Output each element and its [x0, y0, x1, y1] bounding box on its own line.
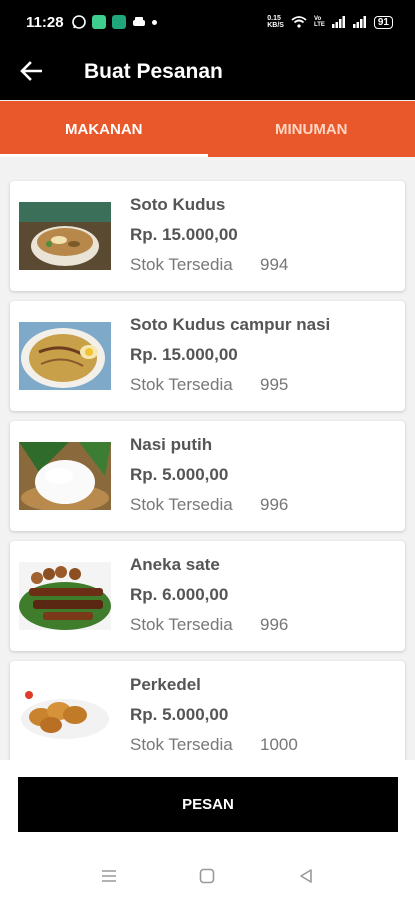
menu-item-card[interactable]: Perkedel Rp. 5.000,00 Stok Tersedia 1000 [10, 661, 405, 760]
soto-kudus-image [19, 202, 111, 270]
menu-item-price: Rp. 6.000,00 [130, 585, 229, 604]
menu-item-stock: 1000 [260, 735, 298, 754]
perkedel-image [19, 685, 111, 741]
tab-minuman[interactable]: MINUMAN [208, 101, 415, 157]
whatsapp-icon [71, 15, 86, 29]
menu-item-stock-label: Stok Tersedia [130, 255, 233, 274]
aneka-sate-image [19, 562, 111, 630]
app-bar: Buat Pesanan [0, 44, 415, 100]
menu-item-name: Perkedel [130, 675, 201, 694]
network-speed: 0.15 KB/S [267, 15, 284, 29]
app-notification-icon-2 [111, 15, 126, 29]
menu-item-stock: 996 [260, 495, 289, 514]
back-button[interactable] [0, 59, 50, 85]
menu-item-stock: 996 [260, 615, 289, 634]
recent-apps-icon[interactable] [101, 869, 117, 883]
notification-icons [71, 15, 157, 29]
menu-item-name: Aneka sate [130, 555, 220, 574]
page-title: Buat Pesanan [84, 60, 223, 83]
signal-icon [331, 16, 345, 28]
soto-kudus-nasi-image [19, 322, 111, 390]
order-button[interactable]: PESAN [18, 777, 398, 832]
system-nav-bar [0, 852, 415, 900]
category-tabs: MAKANAN MINUMAN [0, 101, 415, 157]
menu-item-price: Rp. 15.000,00 [130, 345, 238, 364]
car-icon [132, 17, 145, 26]
system-back-button[interactable] [286, 861, 326, 891]
recent-apps-button[interactable] [89, 861, 129, 891]
menu-item-name: Soto Kudus campur nasi [130, 315, 331, 334]
menu-item-name: Soto Kudus [130, 195, 226, 214]
menu-item-stock-label: Stok Tersedia [130, 735, 233, 754]
arrow-left-icon[interactable] [20, 61, 43, 81]
menu-item-stock-label: Stok Tersedia [130, 375, 233, 394]
tab-minuman-label: MINUMAN [275, 120, 348, 138]
menu-item-name: Nasi putih [130, 435, 213, 454]
menu-item-stock-label: Stok Tersedia [130, 495, 233, 514]
home-square-icon[interactable] [199, 868, 215, 884]
nasi-putih-image [19, 442, 111, 510]
menu-item-card[interactable]: Soto Kudus campur nasi Rp. 15.000,00 Sto… [10, 301, 405, 411]
menu-item-card[interactable]: Aneka sate Rp. 6.000,00 Stok Tersedia 99… [10, 541, 405, 651]
battery-indicator: 91 [373, 15, 393, 29]
menu-item-price: Rp. 5.000,00 [130, 465, 229, 484]
wifi-icon [291, 16, 307, 28]
menu-list[interactable]: Soto Kudus Rp. 15.000,00 Stok Tersedia 9… [0, 157, 415, 760]
home-button[interactable] [187, 861, 227, 891]
app-notification-icon [91, 15, 106, 29]
menu-item-card[interactable]: Nasi putih Rp. 5.000,00 Stok Tersedia 99… [10, 421, 405, 531]
tab-makanan-label: MAKANAN [65, 120, 143, 138]
more-notifications-dot-icon [151, 19, 157, 25]
menu-item-price: Rp. 5.000,00 [130, 705, 229, 724]
status-time: 11:28 [26, 13, 64, 31]
signal-icon-2 [352, 16, 366, 28]
menu-item-stock: 995 [260, 375, 289, 394]
tab-makanan[interactable]: MAKANAN [0, 101, 208, 157]
menu-item-price: Rp. 15.000,00 [130, 225, 238, 244]
volte-label: Vo LTE [313, 16, 325, 28]
back-triangle-icon[interactable] [298, 868, 314, 884]
menu-item-stock: 994 [260, 255, 289, 274]
status-right: 0.15 KB/S Vo LTE 91 [267, 15, 393, 29]
menu-item-stock-label: Stok Tersedia [130, 615, 233, 634]
order-footer: PESAN [0, 760, 415, 852]
status-bar: 11:28 0.15 KB/S Vo LTE 91 [0, 0, 415, 44]
menu-item-card[interactable]: Soto Kudus Rp. 15.000,00 Stok Tersedia 9… [10, 181, 405, 291]
